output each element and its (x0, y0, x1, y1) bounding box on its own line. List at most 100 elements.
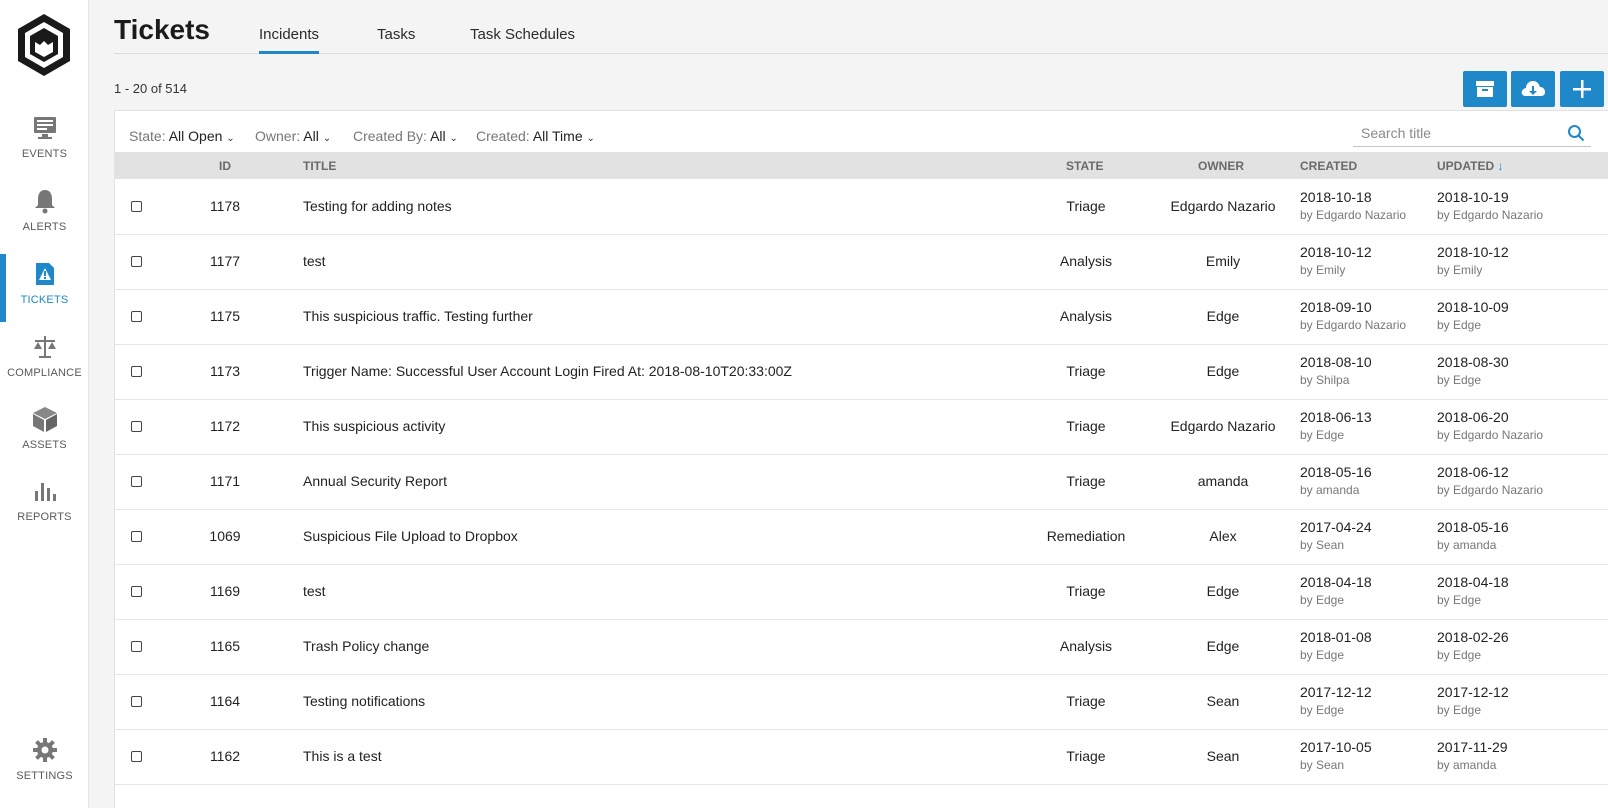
ticket-state: Triage (1066, 363, 1106, 379)
ticket-title[interactable]: test (303, 583, 326, 599)
logo-icon[interactable] (14, 12, 74, 78)
ticket-id: 1177 (209, 253, 241, 269)
created-by: by Edgardo Nazario (1300, 318, 1407, 332)
column-header-title[interactable]: TITLE (303, 159, 336, 173)
ticket-owner: Sean (1206, 748, 1240, 764)
row-checkbox[interactable] (131, 201, 142, 212)
ticket-id: 1175 (209, 308, 241, 324)
search-input[interactable] (1353, 121, 1553, 145)
tab-tasks[interactable]: Tasks (377, 26, 415, 51)
created-date: 2018-10-18 (1300, 189, 1372, 205)
row-checkbox[interactable] (131, 751, 142, 762)
table-row[interactable]: 1177 test Analysis Emily 2018-10-12 by Emily 2… (115, 234, 1608, 290)
filter-value: All (303, 128, 319, 144)
cube-icon (32, 407, 57, 432)
tab-task-schedules[interactable]: Task Schedules (470, 26, 575, 51)
row-checkbox[interactable] (131, 696, 142, 707)
row-checkbox[interactable] (131, 421, 142, 432)
archive-icon (1476, 81, 1494, 97)
updated-by: by Edgardo Nazario (1437, 483, 1544, 497)
sidebar-item-label: ALERTS (22, 221, 67, 233)
ticket-id: 1169 (209, 583, 241, 599)
sidebar-item-label: TICKETS (20, 294, 69, 306)
ticket-owner: Alex (1209, 528, 1237, 544)
row-checkbox[interactable] (131, 531, 142, 542)
created-by: by Edge (1300, 703, 1345, 717)
updated-date: 2018-04-18 (1437, 574, 1509, 590)
sidebar-item-tickets[interactable]: TICKETS (0, 254, 89, 330)
created-by: by Edge (1300, 593, 1345, 607)
column-header-id[interactable]: ID (219, 159, 231, 173)
updated-date: 2018-10-12 (1437, 244, 1509, 260)
table-row[interactable]: 1175 This suspicious traffic. Testing fur… (115, 289, 1608, 345)
ticket-id: 1172 (209, 418, 241, 434)
table-row[interactable]: 1173 Trigger Name: Successful User Accoun… (115, 344, 1608, 400)
search-icon[interactable] (1567, 124, 1585, 142)
archive-button[interactable] (1463, 71, 1507, 107)
row-checkbox[interactable] (131, 641, 142, 652)
ticket-title[interactable]: Annual Security Report (303, 473, 447, 489)
table-row[interactable]: 1178 Testing for adding notes Triage Edgard… (115, 179, 1608, 235)
sidebar-item-label: ASSETS (22, 439, 67, 451)
owner-filter[interactable]: Owner: All ⌄ (255, 128, 331, 144)
updated-date: 2018-10-09 (1437, 299, 1509, 315)
chevron-down-icon: ⌄ (322, 133, 332, 144)
column-header-created[interactable]: CREATED (1300, 159, 1357, 173)
sidebar-item-events[interactable]: EVENTS (0, 114, 89, 184)
updated-by: by amanda (1437, 758, 1497, 772)
table-row[interactable]: 1171 Annual Security Report Triage amanda 20… (115, 454, 1608, 510)
filter-value: All (430, 128, 446, 144)
state-filter[interactable]: State: All Open ⌄ (129, 128, 235, 144)
created-date: 2018-01-08 (1300, 629, 1372, 645)
ticket-title[interactable]: Trash Policy change (303, 638, 429, 654)
updated-by: by Edgardo Nazario (1437, 208, 1544, 222)
updated-by: by amanda (1437, 538, 1497, 552)
filter-value: All Open (168, 128, 223, 144)
row-checkbox[interactable] (131, 366, 142, 377)
table-row[interactable]: 1165 Trash Policy change Analysis Edge 2018-… (115, 619, 1608, 675)
ticket-state: Triage (1066, 418, 1106, 434)
sidebar-item-assets[interactable]: ASSETS (0, 405, 89, 475)
sidebar-item-settings[interactable]: SETTINGS (0, 736, 89, 806)
ticket-id: 1165 (209, 638, 241, 654)
ticket-title[interactable]: Suspicious File Upload to Dropbox (303, 528, 518, 544)
row-checkbox[interactable] (131, 256, 142, 267)
ticket-state: Analysis (1059, 638, 1113, 654)
ticket-title[interactable]: This is a test (303, 748, 382, 764)
created-by-filter[interactable]: Created By: All ⌄ (353, 128, 458, 144)
ticket-owner: Edge (1206, 583, 1240, 599)
row-checkbox[interactable] (131, 476, 142, 487)
created-by: by Edge (1300, 648, 1345, 662)
row-checkbox[interactable] (131, 586, 142, 597)
ticket-title[interactable]: This suspicious traffic. Testing further (303, 308, 533, 324)
ticket-title[interactable]: This suspicious activity (303, 418, 445, 434)
table-row[interactable]: 1069 Suspicious File Upload to Dropbox Rem… (115, 509, 1608, 565)
table-row[interactable]: 1162 This is a test Triage Sean 2017-10-05 by… (115, 729, 1608, 785)
created-date: 2018-04-18 (1300, 574, 1372, 590)
ticket-title[interactable]: Testing notifications (303, 693, 425, 709)
tab-incidents[interactable]: Incidents (259, 26, 320, 54)
created-filter[interactable]: Created: All Time ⌄ (476, 128, 595, 144)
filter-label: Created: (476, 128, 530, 144)
ticket-icon (35, 263, 54, 285)
download-button[interactable] (1511, 71, 1555, 107)
ticket-title[interactable]: Testing for adding notes (303, 198, 452, 214)
ticket-state: Triage (1066, 198, 1106, 214)
sidebar-item-alerts[interactable]: ALERTS (0, 187, 89, 257)
ticket-owner: Edgardo Nazario (1170, 418, 1276, 434)
updated-date: 2018-10-19 (1437, 189, 1509, 205)
ticket-title[interactable]: Trigger Name: Successful User Account Lo… (303, 363, 792, 379)
table-row[interactable]: 1169 test Triage Edge 2018-04-18 by Edge 2018-… (115, 564, 1608, 620)
row-checkbox[interactable] (131, 311, 142, 322)
ticket-title[interactable]: test (303, 253, 326, 269)
table-row[interactable]: 1164 Testing notifications Triage Sean 2017-… (115, 674, 1608, 730)
column-header-owner[interactable]: OWNER (1198, 159, 1244, 173)
sidebar-item-reports[interactable]: REPORTS (0, 477, 89, 547)
column-header-state[interactable]: STATE (1066, 159, 1104, 173)
created-date: 2018-10-12 (1300, 244, 1372, 260)
column-header-updated[interactable]: UPDATED ↓ (1437, 159, 1503, 173)
sidebar-item-compliance[interactable]: COMPLIANCE (0, 333, 89, 403)
table-row[interactable]: 1172 This suspicious activity Triage Edgard… (115, 399, 1608, 455)
created-date: 2017-12-12 (1300, 684, 1372, 700)
add-ticket-button[interactable] (1560, 71, 1604, 107)
